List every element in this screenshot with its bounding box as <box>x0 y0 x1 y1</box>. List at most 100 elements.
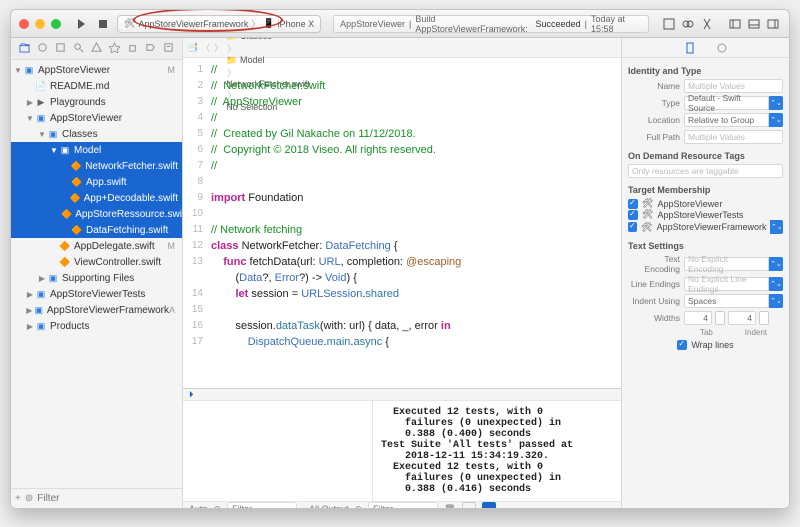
find-nav-tab[interactable] <box>73 42 84 56</box>
status-time: Today at 15:58 <box>591 14 642 34</box>
zoom-window[interactable] <box>51 19 61 29</box>
tree-item[interactable]: 🔶DataFetching.swift <box>11 222 182 238</box>
toggle-navigator-icon[interactable] <box>727 16 743 32</box>
tree-item[interactable]: ▼▣AppStoreViewerM <box>11 62 182 78</box>
run-button[interactable] <box>73 16 89 32</box>
tree-item[interactable]: 🔶AppDelegate.swiftM <box>11 238 182 254</box>
toggle-inspector-icon[interactable] <box>765 16 781 32</box>
chevron-updown-icon[interactable]: ⌃⌄ <box>769 96 783 110</box>
related-items-icon[interactable]: 📑 <box>187 42 198 53</box>
editor-assistant-icon[interactable] <box>680 16 696 32</box>
editor-area: 📑 〈〉 📁 AppStoreViewer〉📁 AppStoreViewer〉📁… <box>183 38 621 508</box>
window-controls <box>19 19 61 29</box>
tab-stepper[interactable] <box>715 311 725 325</box>
tree-item[interactable]: ▼▣AppStoreViewer <box>11 110 182 126</box>
project-nav-tab[interactable] <box>19 42 30 56</box>
indent-select[interactable]: Spaces <box>684 294 769 308</box>
device-icon: 📱 <box>263 18 274 29</box>
navigator-filter[interactable] <box>37 493 178 504</box>
file-inspector-tab[interactable] <box>683 41 697 55</box>
hide-console-icon[interactable]: ▭ <box>482 502 496 508</box>
ondemand-tags: Only resources are taggable <box>628 164 783 178</box>
scheme-device: iPhone X <box>278 19 315 29</box>
main-area: ▼▣AppStoreViewerM📄README.md▶▶Playgrounds… <box>11 38 789 508</box>
debug-footer: Auto ⊚ All Output ⊚ 🗑 ▭ ▭ <box>183 501 621 508</box>
filter-icon[interactable]: ⊚ <box>25 493 33 504</box>
stop-button[interactable] <box>95 16 111 32</box>
toggle-debug-icon[interactable] <box>746 16 762 32</box>
trash-icon[interactable]: 🗑 <box>444 504 455 509</box>
tree-item[interactable]: 🔶ViewController.swift <box>11 254 182 270</box>
tree-item[interactable]: ▶▣Supporting Files <box>11 270 182 286</box>
tab-width[interactable]: 4 <box>684 311 712 325</box>
project-tree[interactable]: ▼▣AppStoreViewerM📄README.md▶▶Playgrounds… <box>11 60 182 488</box>
identity-section: Identity and Type <box>628 66 783 76</box>
tree-item[interactable]: ▶▣AppStoreViewerTests <box>11 286 182 302</box>
hide-vars-icon[interactable]: ▭ <box>462 502 476 508</box>
toolbar-right <box>661 16 781 32</box>
type-select[interactable]: Default - Swift Source <box>684 96 769 110</box>
issue-nav-tab[interactable] <box>91 42 102 56</box>
breadcrumb[interactable]: 📁 Classes <box>226 38 310 42</box>
source-editor[interactable]: 1//2// NetworkFetcher.swift3// AppStoreV… <box>183 58 621 388</box>
debug-toolbar: ⏵ <box>183 389 621 401</box>
editor-standard-icon[interactable] <box>661 16 677 32</box>
activity-viewer: AppStoreViewer | Build AppStoreViewerFra… <box>333 15 649 33</box>
tree-item[interactable]: ▶▣AppStoreViewerFrameworkA <box>11 302 182 318</box>
history-inspector-tab[interactable] <box>715 41 729 55</box>
tree-item[interactable]: ▼▣Model <box>11 142 182 158</box>
add-icon[interactable]: + <box>15 493 21 504</box>
navigator-footer: + ⊚ <box>11 488 182 508</box>
debug-nav-tab[interactable] <box>127 42 138 56</box>
scheme-selector[interactable]: 🛠 AppStoreViewerFramework 〉 📱 iPhone X <box>117 15 321 33</box>
auto-label[interactable]: Auto <box>189 504 208 508</box>
indent-width[interactable]: 4 <box>728 311 756 325</box>
wrap-lines-check[interactable] <box>677 340 687 350</box>
inspector: Identity and Type NameMultiple Values Ty… <box>621 38 789 508</box>
tree-item[interactable]: ▼▣Classes <box>11 126 182 142</box>
location-select[interactable]: Relative to Group <box>684 113 769 127</box>
jump-bar[interactable]: 📑 〈〉 📁 AppStoreViewer〉📁 AppStoreViewer〉📁… <box>183 38 621 58</box>
tree-item[interactable]: ▶▣Products <box>11 318 182 334</box>
navigator: ▼▣AppStoreViewerM📄README.md▶▶Playgrounds… <box>11 38 183 508</box>
debug-area: ⏵ Executed 12 tests, with 0 failures (0 … <box>183 388 621 508</box>
all-output-label[interactable]: All Output <box>309 504 349 508</box>
console-filter[interactable] <box>368 502 438 508</box>
tree-item[interactable]: 📄README.md <box>11 78 182 94</box>
report-nav-tab[interactable] <box>163 42 174 56</box>
variables-view[interactable] <box>183 401 373 501</box>
tree-item[interactable]: 🔶App+Decodable.swift <box>11 190 182 206</box>
text-section: Text Settings <box>628 241 783 251</box>
tree-item[interactable]: 🔶AppStoreRessource.swift <box>11 206 182 222</box>
breakpoint-nav-tab[interactable] <box>145 42 156 56</box>
encoding-select[interactable]: No Explicit Encoding <box>684 257 769 271</box>
target-check[interactable] <box>628 222 637 232</box>
scheme-target: AppStoreViewerFramework <box>138 19 248 29</box>
navigator-tabs <box>11 38 182 60</box>
minimize-window[interactable] <box>35 19 45 29</box>
ondemand-section: On Demand Resource Tags <box>628 151 783 161</box>
scheme-icon: 🛠 <box>124 18 135 29</box>
source-nav-tab[interactable] <box>37 42 48 56</box>
variables-filter[interactable] <box>227 502 297 508</box>
status-result: Succeeded <box>536 19 581 29</box>
tree-item[interactable]: ▶▶Playgrounds <box>11 94 182 110</box>
tree-item[interactable]: 🔶NetworkFetcher.swift <box>11 158 182 174</box>
editor-version-icon[interactable] <box>699 16 715 32</box>
tree-item[interactable]: 🔶App.swift <box>11 174 182 190</box>
symbol-nav-tab[interactable] <box>55 42 66 56</box>
console-output[interactable]: Executed 12 tests, with 0 failures (0 un… <box>373 401 621 501</box>
name-field[interactable]: Multiple Values <box>684 79 783 93</box>
target-check[interactable] <box>628 210 638 220</box>
indent-stepper[interactable] <box>759 311 769 325</box>
chevron-updown-icon[interactable]: ⌃⌄ <box>769 113 783 127</box>
status-action: Build AppStoreViewerFramework: <box>415 14 531 34</box>
target-check[interactable] <box>628 199 638 209</box>
test-nav-tab[interactable] <box>109 42 120 56</box>
toolbar: 🛠 AppStoreViewerFramework 〉 📱 iPhone X A… <box>11 10 789 38</box>
lineendings-select[interactable]: No Explicit Line Endings <box>684 277 769 291</box>
xcode-window: 🛠 AppStoreViewerFramework 〉 📱 iPhone X A… <box>10 9 790 509</box>
target-section: Target Membership <box>628 185 783 195</box>
breakpoint-toggle-icon[interactable]: ⏵ <box>189 389 194 400</box>
close-window[interactable] <box>19 19 29 29</box>
